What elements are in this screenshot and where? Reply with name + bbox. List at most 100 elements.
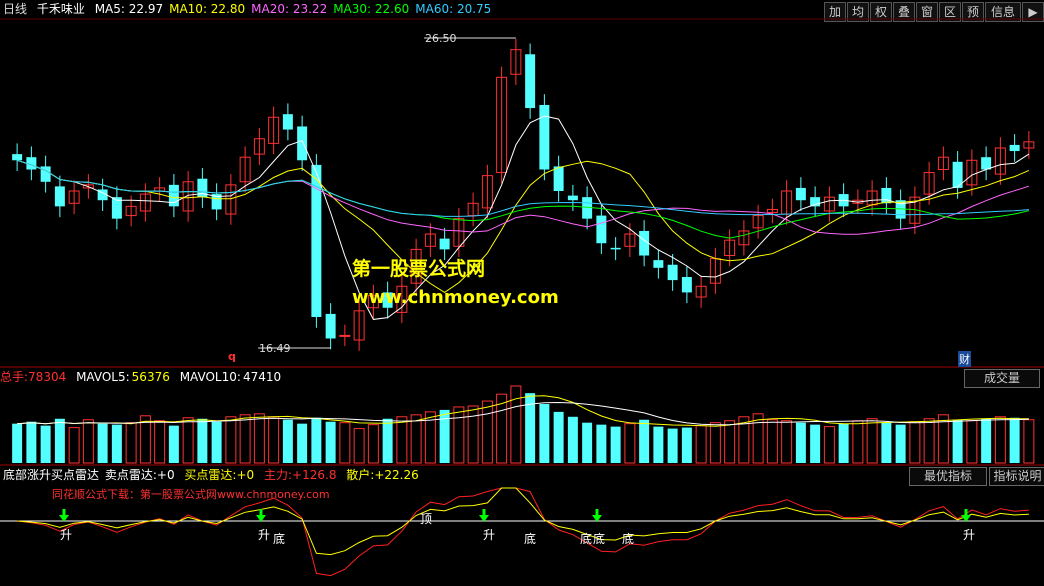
indicator-name: 底部涨升买点雷达 — [3, 468, 100, 482]
volume-bar — [966, 420, 978, 464]
volume-bar — [567, 416, 578, 463]
volume-bar — [610, 426, 621, 463]
candle-body — [981, 157, 992, 170]
best-indicator-button[interactable]: 最优指标 — [909, 467, 987, 486]
volume-bar — [852, 420, 864, 464]
volume-bar — [766, 419, 778, 464]
volume-bar — [97, 423, 108, 463]
volume-bar — [709, 422, 721, 464]
watermark-url: www.chnmoney.com — [352, 287, 559, 308]
volume-header: 总手:78304 MAVOL5: 56376 MAVOL10: 47410 — [0, 368, 1044, 386]
volume-bar — [795, 422, 806, 463]
mavol10-label: MAVOL10: — [179, 370, 241, 384]
indicator-header: 底部涨升买点雷达 卖点雷达:+0 买点雷达:+0 主力:+126.8 散户:+2… — [0, 466, 1044, 484]
volume-bar — [82, 419, 94, 464]
signal-di-5: 底 — [622, 532, 635, 546]
candle-body — [282, 114, 293, 130]
signal-ding: 顶 — [420, 512, 433, 526]
volume-bar — [624, 423, 636, 464]
ma10-line — [16, 159, 1030, 293]
volume-bar — [12, 423, 23, 463]
volume-bar — [40, 425, 51, 463]
candle-body — [339, 334, 351, 337]
volume-bar — [553, 411, 564, 463]
volume-bar — [923, 418, 935, 464]
volume-bar — [810, 424, 821, 463]
ma60-line — [16, 159, 1029, 217]
candle-body — [553, 166, 564, 191]
candle-body — [681, 277, 692, 293]
signal-sheng-4: 升 — [963, 528, 976, 542]
volume-bar — [582, 422, 593, 463]
volume-label: 总手: — [0, 370, 29, 384]
signal-di-2: 底 — [524, 532, 537, 546]
volume-bar — [268, 416, 280, 464]
candle-body — [653, 260, 664, 268]
sell-radar-label: 卖点雷达: — [104, 468, 157, 482]
volume-bar — [26, 421, 37, 463]
volume-bar — [297, 423, 308, 463]
candle-body — [795, 187, 806, 201]
low-price-label: 16.49 — [259, 342, 291, 355]
volume-bar — [367, 424, 379, 464]
candle-body — [567, 195, 578, 201]
candle-body — [639, 230, 650, 256]
buy-radar-value: +0 — [236, 468, 255, 482]
retail-label: 散户: — [346, 468, 375, 482]
volume-bar — [467, 405, 479, 464]
watermark-title: 第一股票公式网 — [352, 258, 486, 280]
candle-body — [525, 54, 536, 109]
volume-bar — [823, 426, 835, 464]
volume-bar — [866, 418, 878, 464]
download-note: 同花顺公式下载：第一股票公式网www.chnmoney.com — [52, 488, 330, 501]
mavol5-value: 56376 — [131, 370, 170, 384]
retail-value: +22.26 — [374, 468, 419, 482]
indicator-help-button[interactable]: 指标说明 — [989, 467, 1044, 486]
candle-body — [297, 126, 308, 161]
volume-bar — [111, 424, 122, 463]
q-marker: q — [228, 350, 236, 363]
volume-bar — [439, 409, 450, 463]
volume-bar — [994, 416, 1006, 464]
volume-bar — [481, 400, 493, 464]
volume-bar — [325, 421, 336, 463]
volume-bar — [667, 428, 678, 463]
volume-bar — [981, 418, 992, 463]
volume-selector-button[interactable]: 成交量 — [964, 369, 1040, 388]
candle-body — [439, 238, 450, 250]
volume-bar — [282, 419, 293, 463]
main-force-value: +126.8 — [292, 468, 337, 482]
volume-bar — [197, 418, 208, 463]
volume-bar — [639, 419, 650, 463]
volume-bar — [154, 420, 166, 464]
signal-di-4: 底 — [593, 532, 606, 546]
volume-bar — [681, 427, 692, 463]
candle-body — [1009, 144, 1020, 152]
volume-bar — [653, 426, 664, 463]
volume-bar — [125, 422, 137, 464]
volume-bar — [182, 417, 194, 464]
volume-bar — [253, 413, 265, 464]
candle-body — [596, 215, 607, 244]
main-force-label: 主力: — [264, 468, 293, 482]
volume-bar — [353, 428, 365, 464]
volume-bar — [596, 424, 607, 463]
volume-bar — [1023, 419, 1035, 464]
signal-sheng-1: 升 — [60, 528, 73, 542]
cai-marker[interactable]: 财 — [958, 351, 971, 367]
volume-bar — [909, 421, 921, 464]
buy-radar-label: 买点雷达: — [184, 468, 237, 482]
candle-body — [325, 313, 336, 339]
volume-value: 78304 — [28, 370, 67, 384]
sell-radar-value: +0 — [156, 468, 175, 482]
volume-bar — [382, 418, 393, 463]
volume-bar — [895, 424, 906, 463]
volume-bar — [396, 416, 408, 464]
volume-bar — [724, 420, 736, 464]
volume-bar — [695, 425, 707, 464]
mavol5-label: MAVOL5: — [76, 370, 130, 384]
volume-bar — [68, 427, 80, 464]
candle-body — [12, 154, 23, 161]
volume-bar — [225, 416, 237, 464]
candle-body — [610, 247, 621, 250]
